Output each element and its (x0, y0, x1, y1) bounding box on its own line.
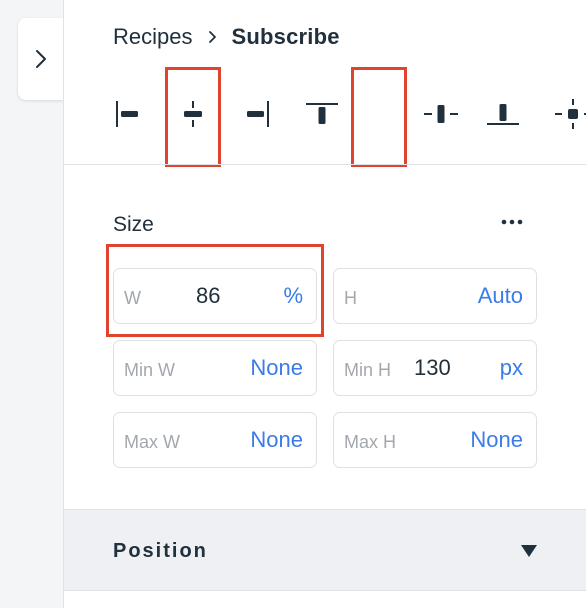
alignment-toolbar (100, 66, 586, 166)
position-section-title: Position (113, 540, 208, 562)
min-height-value[interactable]: 130 (414, 355, 451, 381)
breadcrumb-parent[interactable]: Recipes (113, 24, 192, 50)
width-value[interactable]: 86 (196, 283, 220, 309)
breadcrumb: Recipes Subscribe (113, 24, 340, 50)
more-horizontal-icon (501, 219, 523, 225)
align-top-icon (306, 103, 338, 124)
min-width-field[interactable]: Min W None (113, 340, 317, 396)
align-top-button[interactable] (294, 86, 350, 142)
width-field[interactable]: W 86 % (113, 268, 317, 324)
max-height-unit[interactable]: None (470, 427, 523, 453)
height-unit[interactable]: Auto (478, 283, 523, 309)
align-center-vertical-button[interactable] (413, 86, 469, 142)
max-width-label: Max W (124, 432, 180, 452)
max-width-field[interactable]: Max W None (113, 412, 317, 468)
align-bottom-button[interactable] (475, 86, 531, 142)
size-section-title: Size (113, 213, 154, 236)
position-section-header[interactable]: Position (64, 509, 586, 591)
min-height-label: Min H (344, 360, 392, 380)
align-left-icon (116, 101, 138, 127)
align-center-horizontal-button[interactable] (165, 86, 221, 142)
max-height-label: Max H (344, 432, 397, 452)
inspector-panel: Recipes Subscribe Size W 86 % H Auto Min… (63, 0, 586, 608)
min-height-unit[interactable]: px (500, 355, 523, 381)
align-left-button[interactable] (100, 86, 156, 142)
min-width-label: Min W (124, 360, 175, 380)
min-height-field[interactable]: Min H 130 px (333, 340, 537, 396)
section-divider (64, 164, 586, 165)
align-center-both-button[interactable] (545, 86, 586, 142)
left-rail (0, 0, 64, 608)
breadcrumb-separator-icon (208, 30, 217, 44)
align-bottom-icon (487, 104, 519, 125)
align-right-icon (247, 101, 269, 127)
width-label: W (124, 288, 141, 308)
align-center-both-icon (555, 99, 586, 129)
height-label: H (344, 288, 357, 308)
align-center-horizontal-icon (184, 101, 202, 127)
min-width-unit[interactable]: None (250, 355, 303, 381)
breadcrumb-current: Subscribe (231, 24, 340, 49)
align-center-vertical-icon (424, 105, 458, 123)
align-right-button[interactable] (229, 86, 285, 142)
chevron-right-icon (36, 50, 46, 68)
width-unit[interactable]: % (283, 283, 303, 309)
max-height-field[interactable]: Max H None (333, 412, 537, 468)
more-options-button[interactable] (496, 208, 528, 236)
caret-down-icon (521, 545, 537, 557)
expand-panel-button[interactable] (18, 18, 64, 100)
height-field[interactable]: H Auto (333, 268, 537, 324)
max-width-unit[interactable]: None (250, 427, 303, 453)
